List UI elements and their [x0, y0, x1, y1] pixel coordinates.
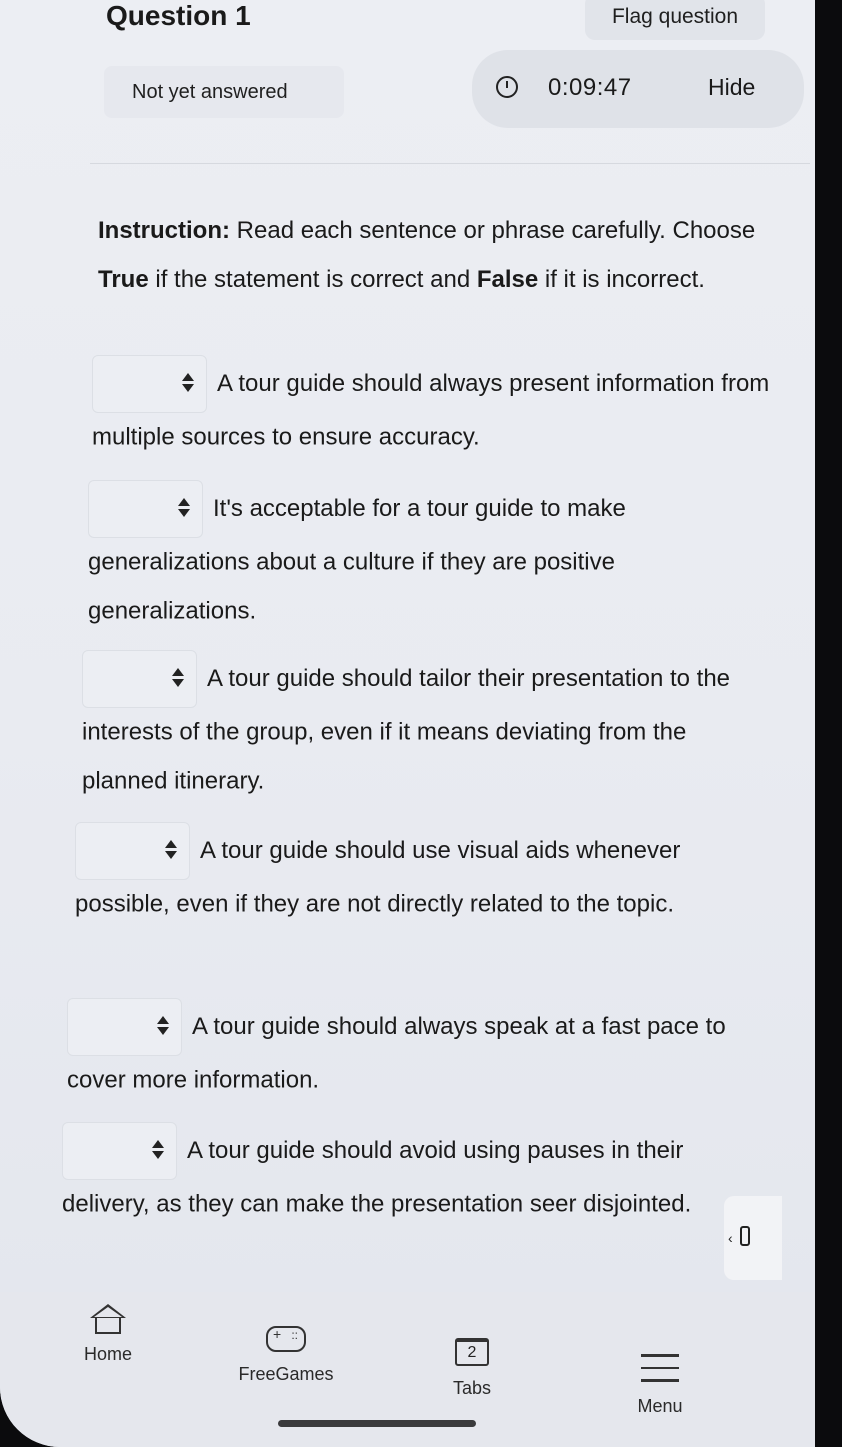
tabs-icon: 2 — [455, 1338, 489, 1366]
nav-home[interactable]: Home — [78, 1304, 138, 1365]
instruction-true: True — [98, 266, 149, 293]
answer-select[interactable] — [92, 355, 207, 413]
question-item: A tour guide should always present infor… — [92, 355, 782, 462]
nav-freegames[interactable]: FreeGames — [236, 1326, 336, 1385]
question-item: It's acceptable for a tour guide to make… — [88, 480, 778, 635]
question-item: A tour guide should avoid using pauses i… — [62, 1122, 712, 1229]
flag-question-button[interactable]: Flag question — [585, 0, 765, 40]
side-panel-icon — [740, 1226, 750, 1246]
instruction-label: Instruction: — [98, 217, 230, 244]
answer-select[interactable] — [88, 480, 203, 538]
question-item: A tour guide should always speak at a fa… — [67, 998, 757, 1105]
nav-home-label: Home — [83, 1344, 132, 1364]
instruction-false: False — [476, 266, 539, 293]
clock-icon — [496, 76, 518, 98]
instruction-mid: if the statement is correct and — [155, 266, 471, 293]
instruction-text: Instruction: Read each sentence or phras… — [98, 206, 798, 304]
updown-arrows-icon — [178, 495, 190, 523]
quiz-screen: Question 1 Flag question Not yet answere… — [0, 0, 815, 1447]
home-icon — [90, 1304, 126, 1334]
instruction-choose: Choose — [672, 217, 756, 244]
updown-arrows-icon — [165, 837, 177, 865]
nav-menu-label: Menu — [637, 1395, 683, 1416]
updown-arrows-icon — [152, 1137, 164, 1165]
hide-timer-button[interactable]: Hide — [708, 74, 755, 101]
updown-arrows-icon — [182, 370, 194, 398]
instruction-line1: Read each sentence or phrase carefully. — [236, 217, 666, 244]
menu-icon — [641, 1354, 679, 1382]
nav-tabs-label: Tabs — [452, 1378, 492, 1398]
answer-select[interactable] — [82, 650, 197, 708]
answer-select[interactable] — [67, 998, 182, 1056]
gamepad-icon — [266, 1326, 306, 1352]
arrow-left-icon: ‹ — [728, 1230, 733, 1246]
nav-freegames-label: FreeGames — [238, 1364, 334, 1384]
nav-tabs[interactable]: 2 Tabs — [440, 1338, 504, 1399]
updown-arrows-icon — [172, 665, 184, 693]
updown-arrows-icon — [157, 1013, 169, 1041]
timer-text: 0:09:47 — [548, 74, 632, 101]
divider — [90, 163, 810, 164]
home-indicator-bar[interactable] — [278, 1420, 476, 1427]
question-item: A tour guide should tailor their present… — [82, 650, 772, 805]
instruction-end: if it is incorrect. — [544, 266, 705, 293]
question-title: Question 1 — [106, 0, 251, 31]
answer-select[interactable] — [75, 822, 190, 880]
answer-select[interactable] — [62, 1122, 177, 1180]
nav-menu[interactable]: Menu — [630, 1354, 690, 1417]
timer-panel: 0:09:47 Hide — [472, 50, 804, 128]
question-item: A tour guide should use visual aids when… — [75, 822, 765, 929]
side-panel-handle[interactable]: ‹ — [724, 1196, 782, 1280]
answer-status: Not yet answered — [104, 66, 344, 118]
